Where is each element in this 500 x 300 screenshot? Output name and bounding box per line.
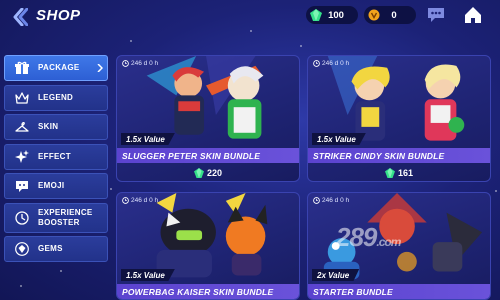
sidebar-item-gems[interactable]: GEMS (4, 236, 108, 262)
value-tag: 2x Value (312, 269, 360, 281)
bundle-name: STRIKER CINDY SKIN BUNDLE (308, 148, 490, 163)
bundle-card-powerbag-kaiser[interactable]: 246 d 0 h 1.5x Value POWERBAG KAISER SKI… (116, 192, 300, 300)
watermark-suffix: .com (376, 235, 401, 249)
sidebar-item-emoji[interactable]: EMOJI (4, 173, 108, 199)
clock-icon (122, 197, 129, 204)
chat-button[interactable] (426, 6, 446, 24)
price: 161 (308, 164, 490, 181)
price-value: 161 (397, 168, 414, 178)
time-remaining: 246 d 0 h (313, 197, 349, 204)
gem-icon (384, 168, 395, 178)
gem-icon (14, 241, 30, 257)
clock-icon (122, 60, 129, 67)
price-value: 220 (206, 168, 223, 178)
sidebar-item-label: LEGEND (38, 92, 74, 102)
page-title: SHOP (36, 7, 81, 24)
time-remaining: 246 d 0 h (122, 197, 158, 204)
sidebar-item-skin[interactable]: SKIN (4, 114, 108, 140)
sparkle-icon (14, 149, 30, 165)
timer-text: 246 d 0 h (322, 60, 350, 67)
gem-icon (193, 168, 204, 178)
sidebar-item-label: GEMS (38, 244, 63, 254)
sidebar-item-legend[interactable]: LEGEND (4, 84, 108, 111)
chevron-left-icon (13, 8, 28, 26)
chat-icon (428, 8, 444, 22)
time-remaining: 246 d 0 h (313, 60, 349, 67)
timer-text: 246 d 0 h (131, 60, 159, 67)
back-button[interactable] (8, 6, 32, 28)
site-watermark: 289.com (336, 222, 401, 253)
coin-balance[interactable]: 0 (364, 6, 416, 24)
sidebar-item-label: SKIN (38, 122, 59, 132)
clock-icon (313, 60, 320, 67)
sidebar-item-experience-booster[interactable]: EXPERIENCE BOOSTER (4, 202, 108, 233)
sidebar-item-effect[interactable]: EFFECT (4, 143, 108, 170)
emoji-icon (14, 178, 30, 194)
hanger-icon (14, 119, 30, 135)
sidebar-item-label: EXPERIENCE BOOSTER (38, 208, 93, 227)
top-bar: SHOP 100 0 (0, 0, 500, 34)
coin-icon (368, 9, 380, 21)
watermark-main: 289 (336, 222, 377, 252)
coin-count: 0 (391, 9, 397, 21)
sidebar-item-label: PACKAGE (38, 63, 80, 73)
gem-icon (310, 9, 322, 21)
time-remaining: 246 d 0 h (122, 60, 158, 67)
sidebar-item-package[interactable]: PACKAGE (4, 55, 108, 81)
gem-count: 100 (328, 9, 344, 21)
bundle-name: SLUGGER PETER SKIN BUNDLE (117, 148, 299, 163)
sidebar-item-label: EFFECT (38, 151, 71, 161)
booster-icon (14, 210, 30, 226)
chevron-right-icon (97, 64, 103, 72)
bundle-name: POWERBAG KAISER SKIN BUNDLE (117, 284, 299, 299)
value-tag: 1.5x Value (121, 269, 175, 281)
gift-icon (14, 60, 30, 76)
price: 220 (117, 164, 299, 181)
value-tag: 1.5x Value (312, 133, 366, 145)
bundle-name: STARTER BUNDLE (308, 284, 490, 299)
category-sidebar: PACKAGE LEGEND SKIN EFFECT EMOJI EXPERIE… (4, 55, 108, 266)
value-tag: 1.5x Value (121, 133, 175, 145)
gem-balance[interactable]: 100 (306, 6, 358, 24)
bundle-card-slugger-peter[interactable]: 246 d 0 h 1.5x Value SLUGGER PETER SKIN … (116, 55, 300, 182)
crown-icon (14, 90, 30, 106)
home-button[interactable] (463, 5, 483, 25)
clock-icon (313, 197, 320, 204)
bundle-card-striker-cindy[interactable]: 246 d 0 h 1.5x Value STRIKER CINDY SKIN … (307, 55, 491, 182)
sidebar-item-label: EMOJI (38, 181, 65, 191)
timer-text: 246 d 0 h (131, 197, 159, 204)
home-icon (465, 7, 481, 23)
timer-text: 246 d 0 h (322, 197, 350, 204)
